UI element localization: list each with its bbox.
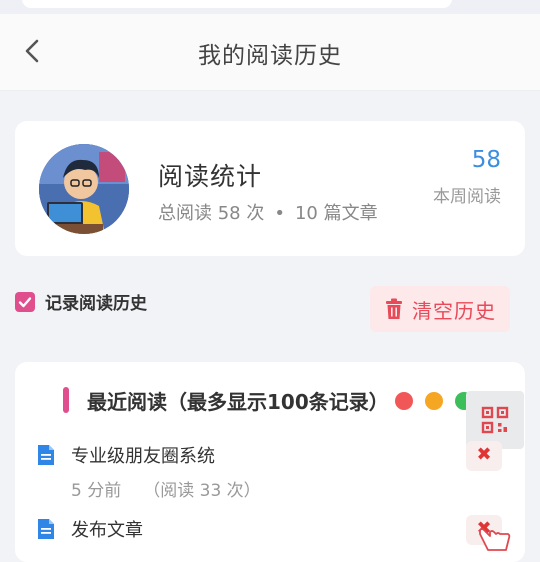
record-history-label: 记录阅读历史 <box>45 294 147 314</box>
trash-icon <box>386 298 402 319</box>
week-read-count: 58 <box>471 147 501 173</box>
document-icon <box>38 519 54 539</box>
week-read-label: 本周阅读 <box>433 187 501 207</box>
delete-item-button[interactable]: ✖ <box>466 441 502 471</box>
top-strip <box>0 0 540 14</box>
red-dot[interactable] <box>395 392 413 410</box>
record-history-checkbox[interactable] <box>15 292 35 312</box>
search-bar-edge <box>22 0 452 8</box>
item-title: 专业级朋友圈系统 <box>71 446 215 467</box>
item-title: 发布文章 <box>71 520 143 541</box>
stats-title: 阅读统计 <box>158 162 263 191</box>
clear-history-label: 清空历史 <box>412 299 496 323</box>
stats-summary: 总阅读 58 次 • 10 篇文章 <box>158 199 378 225</box>
close-icon: ✖ <box>476 444 492 465</box>
item-meta: 5 分前 （阅读 33 次） <box>71 476 261 501</box>
recent-reads-card: 最近阅读（最多显示100条记录） 专业级朋友圈系统 5 分前 （阅读 33 次） … <box>15 362 525 562</box>
recent-section-title: 最近阅读（最多显示100条记录） <box>87 390 389 414</box>
check-icon <box>18 297 32 308</box>
total-reads: 总阅读 58 次 <box>158 203 265 224</box>
separator-dot: • <box>274 203 285 224</box>
orange-dot[interactable] <box>425 392 443 410</box>
item-read-count: （阅读 33 次） <box>143 481 261 501</box>
avatar <box>39 144 129 234</box>
section-accent-bar <box>63 387 69 413</box>
item-time: 5 分前 <box>71 481 122 501</box>
clear-history-button[interactable]: 清空历史 <box>370 286 510 332</box>
page-title: 我的阅读历史 <box>198 43 342 69</box>
navbar: 我的阅读历史 <box>0 14 540 90</box>
article-count: 10 篇文章 <box>294 203 378 224</box>
stats-card: 阅读统计 总阅读 58 次 • 10 篇文章 58 本周阅读 <box>15 121 525 256</box>
document-icon <box>38 445 54 465</box>
